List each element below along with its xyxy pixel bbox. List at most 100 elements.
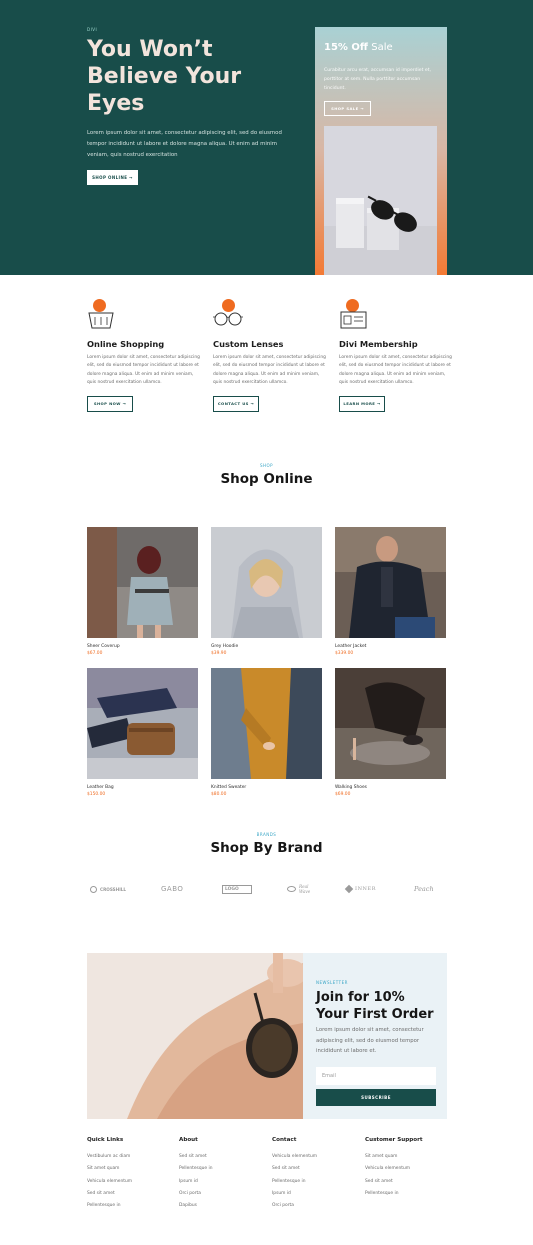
subscribe-button[interactable]: SUBSCRIBE xyxy=(316,1089,436,1106)
newsletter-title: Join for 10% Your First Order xyxy=(316,990,434,1022)
footer-link[interactable]: Pellentesque in xyxy=(179,1163,271,1175)
footer-column-contact: Contact Vehicula elementum Sed sit amet … xyxy=(272,1137,364,1212)
product-price: $39.90 xyxy=(211,651,227,656)
basket-icon xyxy=(87,299,117,330)
brand-logo-peach[interactable]: Peach xyxy=(414,883,434,895)
brand-name: Real Wave xyxy=(299,884,311,894)
brand-name: LOGO xyxy=(222,884,252,894)
footer-link[interactable]: Ipsum id xyxy=(272,1188,364,1200)
feature-text: Lorem ipsum dolor sit amet, consectetur … xyxy=(87,355,200,386)
learn-more-button[interactable]: LEARN MORE → xyxy=(339,395,385,412)
product-image[interactable] xyxy=(335,668,446,779)
shop-eyebrow: SHOP xyxy=(259,463,274,468)
shop-sale-button[interactable]: SHOP SALE → xyxy=(324,101,371,116)
feature-title: Divi Membership xyxy=(339,339,418,349)
product-card[interactable]: Knitted Sweater $80.00 xyxy=(211,668,322,797)
product-image[interactable] xyxy=(211,668,322,779)
crosshill-logo-icon xyxy=(90,885,97,893)
shop-title: Shop Online xyxy=(220,471,313,487)
footer-column-title: Customer Support xyxy=(365,1137,423,1143)
footer-link[interactable]: Vehicula elementum xyxy=(87,1176,179,1188)
footer-column-about: About Sed sit amet Pellentesque in Ipsum… xyxy=(179,1137,271,1212)
promo-title: 15% Off Sale xyxy=(324,42,393,53)
footer-link[interactable]: Pellentesque in xyxy=(87,1200,179,1212)
product-price: $150.00 xyxy=(87,792,106,797)
product-price: $339.00 xyxy=(335,651,354,656)
brand-name: GABO xyxy=(161,885,184,893)
promo-label: Sale xyxy=(371,42,393,53)
product-price: $80.00 xyxy=(211,792,227,797)
feature-text: Lorem ipsum dolor sit amet, consectetur … xyxy=(339,355,452,386)
footer-column-quick-links: Quick Links Vestibulum ac diam Sit amet … xyxy=(87,1137,179,1212)
product-price: $67.00 xyxy=(87,651,103,656)
footer-link[interactable]: Vehicula elementum xyxy=(365,1163,457,1175)
footer-link[interactable]: Orci porta xyxy=(179,1188,271,1200)
footer-link[interactable]: Orci porta xyxy=(272,1200,364,1212)
product-name: Leather Jacket xyxy=(335,644,367,649)
footer-link[interactable]: Vestibulum ac diam xyxy=(87,1151,179,1163)
brand-logo-logo[interactable]: LOGO xyxy=(222,883,252,895)
shop-online-button[interactable]: SHOP ONLINE → xyxy=(87,170,138,185)
footer-link[interactable]: Vehicula elementum xyxy=(272,1151,364,1163)
product-price: $69.00 xyxy=(335,792,351,797)
brand-logo-inner[interactable]: INNER xyxy=(344,883,377,895)
hero-eyebrow: DIVI xyxy=(87,27,98,32)
product-image[interactable] xyxy=(211,527,322,638)
brand-logo-crosshill[interactable]: CROSSHILL xyxy=(90,883,126,895)
product-card[interactable]: Grey Hoodie $39.90 xyxy=(211,527,322,656)
newsletter-text: Lorem ipsum dolor sit amet, consectetur … xyxy=(316,1027,424,1054)
product-name: Knitted Sweater xyxy=(211,785,247,790)
feature-title: Custom Lenses xyxy=(213,339,284,349)
glasses-icon xyxy=(213,299,243,330)
feature-divi-membership: Divi Membership Lorem ipsum dolor sit am… xyxy=(339,299,454,412)
product-image[interactable] xyxy=(87,527,198,638)
newsletter-image xyxy=(87,953,303,1119)
hero-lead: Lorem ipsum dolor sit amet, consectetur … xyxy=(87,130,282,158)
promo-text: Curabitur arcu erat, accumsan id imperdi… xyxy=(324,68,431,91)
hero-title: You Won’t Believe Your Eyes xyxy=(87,37,242,116)
brand-logo-real-wave[interactable]: Real Wave xyxy=(287,883,315,895)
product-name: Walking Shoes xyxy=(335,785,367,790)
footer-link[interactable]: Sed sit amet xyxy=(272,1163,364,1175)
newsletter-signup: NEWSLETTER Join for 10% Your First Order… xyxy=(303,953,447,1119)
sunglasses-product-image xyxy=(324,126,437,275)
wave-logo-icon xyxy=(287,886,296,892)
product-name: Leather Bag xyxy=(87,785,114,790)
footer-column-customer-support: Customer Support Sit amet quam Vehicula … xyxy=(365,1137,457,1200)
promo-percent: 15% Off xyxy=(324,42,369,53)
shop-now-button[interactable]: SHOP NOW → xyxy=(87,395,133,412)
product-card[interactable]: Leather Bag $150.00 xyxy=(87,668,198,797)
footer-column-title: About xyxy=(179,1137,198,1143)
footer-link[interactable]: Sed sit amet xyxy=(179,1151,271,1163)
email-field[interactable] xyxy=(316,1067,436,1085)
contact-us-button[interactable]: CONTACT US → xyxy=(213,395,259,412)
footer-link[interactable]: Sed sit amet xyxy=(87,1188,179,1200)
product-card[interactable]: Walking Shoes $69.00 xyxy=(335,668,446,797)
feature-title: Online Shopping xyxy=(87,339,165,349)
product-name: Grey Hoodie xyxy=(211,644,239,649)
feature-text: Lorem ipsum dolor sit amet, consectetur … xyxy=(213,355,326,386)
feature-online-shopping: Online Shopping Lorem ipsum dolor sit am… xyxy=(87,299,202,412)
product-image[interactable] xyxy=(335,527,446,638)
feature-custom-lenses: Custom Lenses Lorem ipsum dolor sit amet… xyxy=(213,299,328,412)
footer-link[interactable]: Dapibus xyxy=(179,1200,271,1212)
sale-promo-card: 15% Off Sale Curabitur arcu erat, accums… xyxy=(315,27,447,275)
product-name: Sheer Coverup xyxy=(87,644,120,649)
footer-column-title: Quick Links xyxy=(87,1137,124,1143)
product-card[interactable]: Leather Jacket $339.00 xyxy=(335,527,446,656)
brands-title: Shop By Brand xyxy=(210,840,323,856)
footer-link[interactable]: Pellentesque in xyxy=(272,1176,364,1188)
footer-link[interactable]: Pellentesque in xyxy=(365,1188,457,1200)
product-image[interactable] xyxy=(87,668,198,779)
newsletter-eyebrow: NEWSLETTER xyxy=(316,980,348,985)
brands-eyebrow: BRANDS xyxy=(256,832,277,837)
brand-logo-gabo[interactable]: GABO xyxy=(161,883,183,895)
brand-name: Peach xyxy=(414,885,434,893)
product-card[interactable]: Sheer Coverup $67.00 xyxy=(87,527,198,656)
footer-link[interactable]: Ipsum id xyxy=(179,1176,271,1188)
footer-link[interactable]: Sed sit amet xyxy=(365,1176,457,1188)
brand-name: CROSSHILL xyxy=(100,886,127,892)
brand-name: INNER xyxy=(355,886,377,892)
footer-link[interactable]: Sit amet quam xyxy=(365,1151,457,1163)
footer-link[interactable]: Sit amet quam xyxy=(87,1163,179,1175)
